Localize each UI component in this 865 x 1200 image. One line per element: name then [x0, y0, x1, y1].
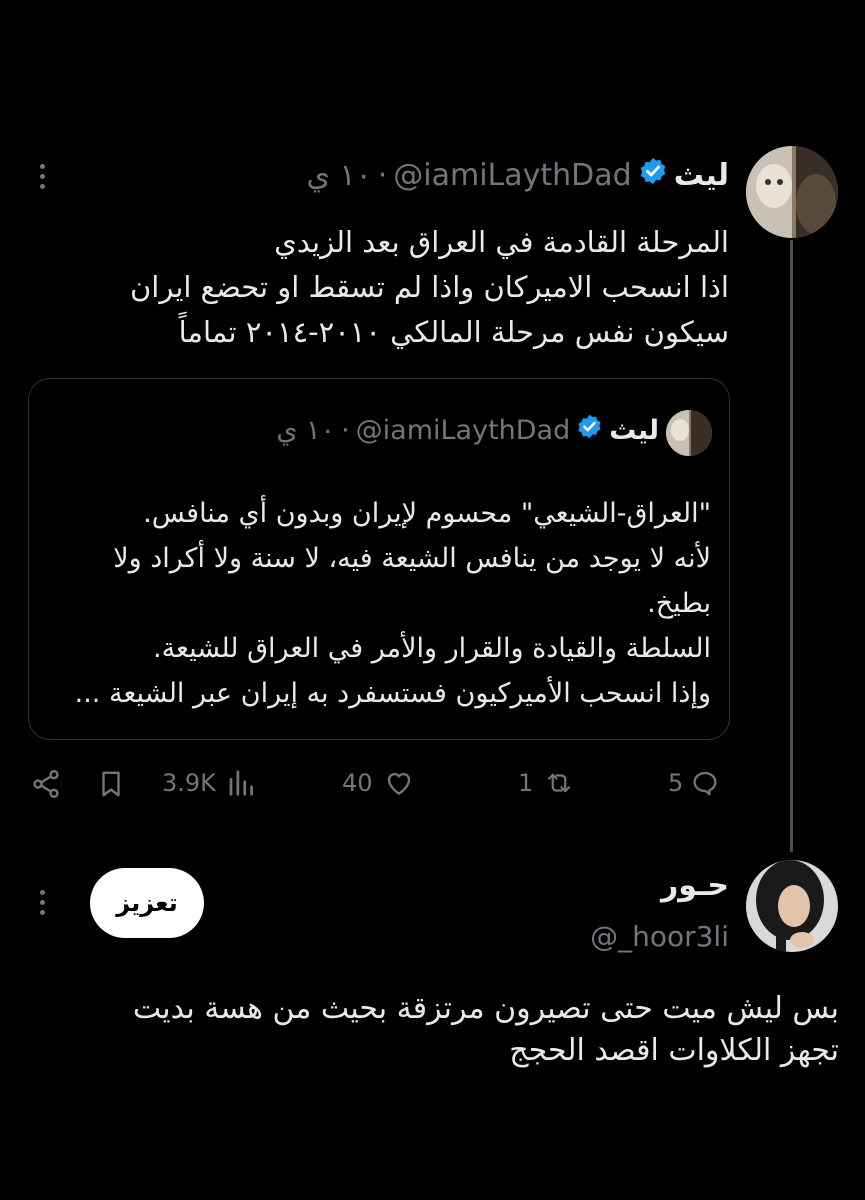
- reply-author-handle[interactable]: @_hoor3li: [590, 920, 729, 953]
- quoted-tweet-header: ليث @iamiLaythDad · ١٠ ي: [276, 413, 659, 447]
- reply-text: بس ليش ميت حتى تصيرون مرتزقة بحيث من هسة…: [133, 988, 839, 1072]
- reply-author-name[interactable]: حـور: [661, 868, 729, 903]
- verified-badge-icon: [576, 413, 603, 447]
- reply-avatar[interactable]: [746, 860, 838, 952]
- views-count: 3.9K: [162, 769, 216, 797]
- quoted-avatar: [666, 410, 712, 456]
- author-handle[interactable]: @iamiLaythDad: [393, 158, 631, 193]
- views-icon: [229, 770, 253, 796]
- likes-count: 40: [342, 769, 373, 797]
- timestamp[interactable]: ١٠ ي: [306, 158, 371, 193]
- bottom-bar: [0, 1120, 865, 1200]
- reply-header: حـور: [661, 868, 729, 903]
- quoted-text-line: السلطة والقيادة والقرار والأمر في العراق…: [153, 633, 711, 664]
- author-name[interactable]: ليث: [674, 158, 729, 193]
- replies-count: 5: [668, 769, 684, 797]
- repost-icon: [548, 773, 571, 793]
- boost-button[interactable]: تعزيز: [90, 868, 204, 938]
- reply-icon: [693, 771, 717, 796]
- quoted-author-handle: @iamiLaythDad: [355, 414, 571, 446]
- bookmark-icon: [102, 771, 120, 797]
- views-button[interactable]: 3.9K: [162, 768, 256, 798]
- tweet-header: ليث @iamiLaythDad · ١٠ ي: [306, 156, 729, 194]
- quoted-author-name: ليث: [609, 414, 659, 446]
- avatar[interactable]: [746, 146, 838, 238]
- bookmark-button[interactable]: [96, 768, 126, 800]
- share-icon: [33, 770, 59, 798]
- thread-line: [790, 240, 793, 852]
- reply-button[interactable]: 5: [668, 768, 721, 798]
- repost-button[interactable]: 1: [518, 768, 577, 798]
- reply-avatar-image: [746, 860, 838, 952]
- quoted-avatar-image: [666, 410, 712, 456]
- quoted-tweet-text: "العراق-الشيعي" محسوم لإيران وبدون أي من…: [75, 491, 711, 716]
- reposts-count: 1: [518, 769, 534, 797]
- more-options-icon[interactable]: [40, 164, 45, 189]
- tweet-text-line: اذا انسحب الاميركان واذا لم تسقط او تحضع…: [129, 270, 729, 304]
- quoted-timestamp: ١٠ ي: [276, 414, 336, 446]
- separator-dot: ·: [341, 414, 350, 446]
- top-bar: [0, 0, 865, 108]
- share-button[interactable]: [30, 768, 62, 800]
- like-button[interactable]: 40: [342, 768, 415, 798]
- more-options-icon[interactable]: [40, 890, 45, 915]
- reply-handle-row: @_hoor3li: [590, 920, 729, 953]
- quoted-text-line: وإذا انسحب الأميركيون فستسفرد به إيران ع…: [74, 678, 711, 709]
- tweet-text: المرحلة القادمة في العراق بعد الزيدي اذا…: [130, 220, 729, 355]
- separator-dot: ·: [377, 157, 388, 193]
- tweet-text-line: سيكون نفس مرحلة المالكي ٢٠١٠-٢٠١٤ تماماً: [178, 315, 729, 349]
- tweet-actions-bar: 3.9K 40 1 5: [30, 760, 730, 808]
- verified-badge-icon: [638, 156, 668, 194]
- quoted-text-line: بطيخ.: [647, 588, 711, 619]
- quoted-tweet-card[interactable]: ليث @iamiLaythDad · ١٠ ي "العراق-الشيعي"…: [28, 378, 730, 740]
- reply-text-line: تجهز الكلاوات اقصد الحجج: [509, 1033, 839, 1068]
- quoted-text-line: "العراق-الشيعي" محسوم لإيران وبدون أي من…: [143, 498, 711, 529]
- quoted-text-line: لأنه لا يوجد من ينافس الشيعة فيه، لا سنة…: [113, 543, 711, 574]
- tweet-text-line: المرحلة القادمة في العراق بعد الزيدي: [274, 225, 729, 259]
- heart-icon: [387, 772, 410, 795]
- reply-text-line: بس ليش ميت حتى تصيرون مرتزقة بحيث من هسة…: [132, 991, 839, 1026]
- avatar-image: [746, 146, 838, 238]
